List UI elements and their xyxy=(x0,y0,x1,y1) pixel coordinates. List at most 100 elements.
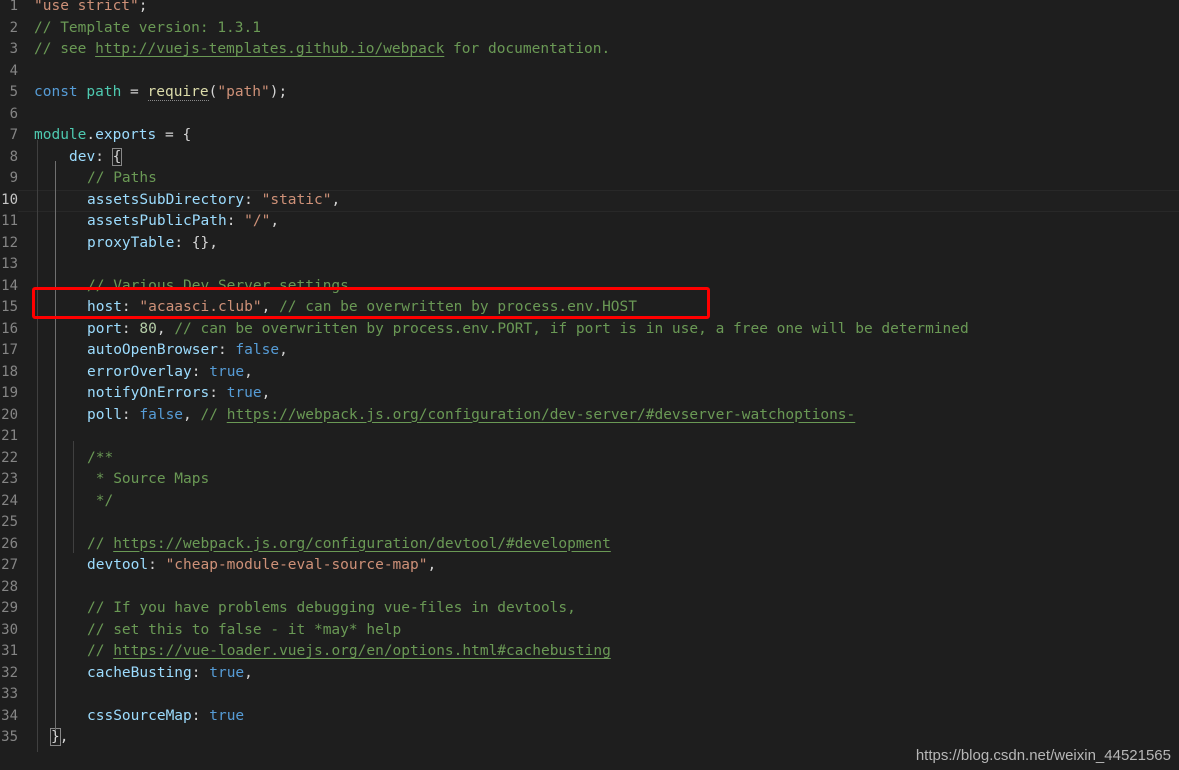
code-line-35[interactable]: }, xyxy=(50,727,68,749)
code-line-23[interactable]: * Source Maps xyxy=(87,469,210,491)
line-number: 13 xyxy=(1,256,18,272)
line-number: 16 xyxy=(1,320,18,337)
code-line-32[interactable]: cacheBusting: true, xyxy=(87,663,253,685)
watermark-url: https://blog.csdn.net/weixin_44521565 xyxy=(915,747,1171,764)
token-property: assetsSubDirectory xyxy=(87,191,245,208)
comment-link[interactable]: https://webpack.js.org/configuration/dev… xyxy=(227,407,856,423)
code-line-34[interactable]: cssSourceMap: true xyxy=(87,706,244,728)
code-line-16[interactable]: port: 80, // can be overwritten by proce… xyxy=(87,319,969,341)
line-number: 25 xyxy=(1,514,18,530)
line-number: 27 xyxy=(1,557,18,573)
code-line-12[interactable]: proxyTable: {}, xyxy=(87,233,218,255)
token-property: autoOpenBrowser xyxy=(87,342,218,358)
code-line-19[interactable]: notifyOnErrors: true, xyxy=(87,383,270,405)
indent-guide-level-1 xyxy=(37,140,38,752)
token-braces: {} xyxy=(191,234,210,251)
token-punctuation: : xyxy=(174,234,192,251)
code-line-26[interactable]: // https://webpack.js.org/configuration/… xyxy=(87,534,611,556)
code-line-7[interactable]: module.exports = { xyxy=(34,125,191,147)
token-punctuation: , xyxy=(244,664,253,681)
comment-link[interactable]: https://vue-loader.vuejs.org/en/options.… xyxy=(113,643,611,659)
code-line-27[interactable]: devtool: "cheap-module-eval-source-map", xyxy=(87,555,436,577)
code-line-17[interactable]: autoOpenBrowser: false, xyxy=(87,340,288,362)
code-line-20[interactable]: poll: false, // https://webpack.js.org/c… xyxy=(87,405,855,427)
line-number: 29 xyxy=(1,600,18,616)
code-line-29[interactable]: // If you have problems debugging vue-fi… xyxy=(87,598,576,620)
token-punctuation: : xyxy=(226,213,245,229)
code-line-15[interactable]: host: "acaasci.club", // can be overwrit… xyxy=(87,297,637,319)
code-line-10[interactable]: assetsSubDirectory: "static", xyxy=(87,190,340,212)
code-line-1[interactable]: "use strict"; xyxy=(34,0,148,18)
token-punctuation: ); xyxy=(269,84,288,100)
code-line-31[interactable]: // https://vue-loader.vuejs.org/en/optio… xyxy=(87,641,611,663)
code-line-9[interactable]: // Paths xyxy=(87,168,157,190)
code-line-3[interactable]: // see http://vuejs-templates.github.io/… xyxy=(34,39,610,61)
token-punctuation: : xyxy=(191,664,210,681)
line-number: 4 xyxy=(9,62,18,79)
code-line-2[interactable]: // Template version: 1.3.1 xyxy=(34,18,261,40)
token-boolean: true xyxy=(209,707,245,724)
line-number: 33 xyxy=(1,686,18,702)
token-property: exports xyxy=(95,127,157,143)
line-number: 5 xyxy=(9,84,18,100)
line-number: 24 xyxy=(1,492,18,509)
code-line-8[interactable]: dev: { xyxy=(69,147,123,169)
line-number: 28 xyxy=(1,578,18,595)
line-number: 31 xyxy=(1,643,18,659)
code-line-14[interactable]: // Various Dev Server settings xyxy=(87,276,349,298)
token-comment: // xyxy=(87,535,114,552)
token-property: devtool xyxy=(87,557,149,573)
token-property: proxyTable xyxy=(87,234,175,251)
token-property: cssSourceMap xyxy=(87,707,192,724)
token-property: port xyxy=(87,320,122,337)
code-line-11[interactable]: assetsPublicPath: "/", xyxy=(87,211,279,233)
comment-link[interactable]: http://vuejs-templates.github.io/webpack xyxy=(95,41,444,57)
code-editor[interactable]: 1 2 3 4 5 6 7 8 9 10 11 12 13 14 15 16 1… xyxy=(0,0,1179,770)
line-number: 17 xyxy=(1,342,18,358)
code-line-24[interactable]: */ xyxy=(87,491,113,513)
token-punctuation: , xyxy=(244,363,253,380)
line-number: 1 xyxy=(9,0,18,14)
line-number: 3 xyxy=(9,41,18,57)
token-property: notifyOnErrors xyxy=(87,385,210,401)
token-comment: // xyxy=(87,643,114,659)
line-number: 20 xyxy=(1,406,18,423)
token-variable: path xyxy=(77,84,131,100)
code-line-22[interactable]: /** xyxy=(87,448,113,470)
token-punctuation: , xyxy=(270,213,280,229)
token-comment: // can be overwritten by process.env.HOS… xyxy=(279,299,637,315)
line-number: 12 xyxy=(1,234,18,251)
line-number: 30 xyxy=(1,621,18,638)
line-number: 2 xyxy=(9,19,18,36)
token-property: assetsPublicPath xyxy=(87,213,227,229)
token-punctuation: : xyxy=(217,342,236,358)
code-line-5[interactable]: const path = require("path"); xyxy=(34,82,287,104)
line-number: 7 xyxy=(9,127,18,143)
code-line-18[interactable]: errorOverlay: true, xyxy=(87,362,253,384)
token-comment: // Paths xyxy=(87,170,157,186)
code-line-30[interactable]: // set this to false - it *may* help xyxy=(87,620,401,642)
token-boolean: false xyxy=(235,342,280,358)
token-string: "path" xyxy=(217,84,270,100)
token-boolean: false xyxy=(139,406,184,423)
line-number-gutter: 1 2 3 4 5 6 7 8 9 10 11 12 13 14 15 16 1… xyxy=(0,0,18,770)
comment-link[interactable]: https://webpack.js.org/configuration/dev… xyxy=(113,536,611,552)
line-number: 14 xyxy=(1,277,18,294)
token-punctuation: : xyxy=(191,363,210,380)
token-block-comment: */ xyxy=(87,492,114,509)
line-number: 26 xyxy=(1,535,18,552)
line-number: 11 xyxy=(1,213,18,229)
line-number: 32 xyxy=(1,664,18,681)
token-punctuation: , xyxy=(156,320,175,337)
token-punctuation: : xyxy=(191,707,210,724)
code-content[interactable]: "use strict"; // Template version: 1.3.1… xyxy=(18,0,1179,770)
token-punctuation: , xyxy=(261,385,271,401)
indent-guide-level-2-active xyxy=(55,161,56,731)
token-comment: // If you have problems debugging vue-fi… xyxy=(87,600,576,616)
token-punctuation: : xyxy=(148,557,166,573)
token-namespace: module xyxy=(34,127,87,143)
token-comment: // see xyxy=(34,41,96,57)
token-operator: = xyxy=(156,127,183,143)
line-number: 19 xyxy=(1,385,18,401)
token-comment: // xyxy=(200,406,227,423)
